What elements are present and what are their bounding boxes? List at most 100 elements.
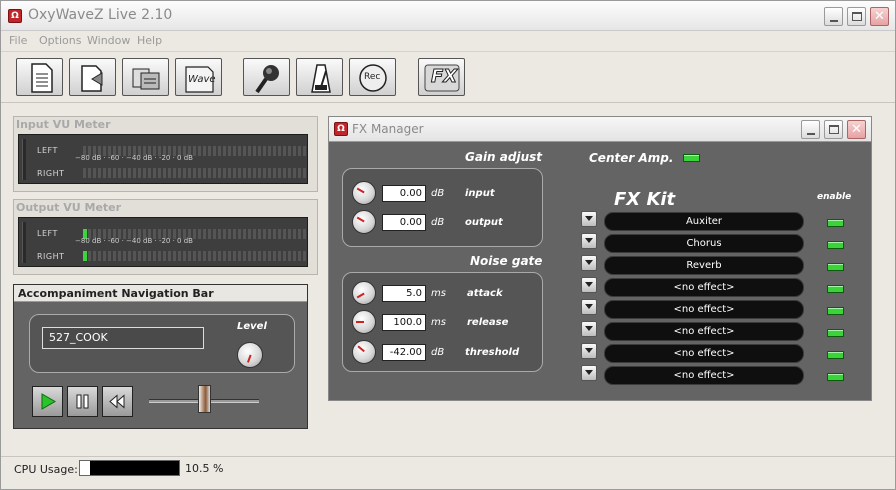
fx-slot-2-enable-led[interactable] [827,241,844,249]
menu-file[interactable]: File [9,34,27,47]
attack-value[interactable]: 5.0 [382,285,426,302]
fx-slot-dropdown-5[interactable] [581,299,597,315]
knob-indicator [356,321,364,323]
menu-help[interactable]: Help [137,34,162,47]
knob-indicator [246,354,252,363]
folders-icon [132,68,160,90]
pause-button[interactable] [67,386,98,417]
cpu-usage-label: CPU Usage: [14,463,78,476]
cpu-usage-fill [80,461,91,475]
release-value[interactable]: 100.0 [382,314,426,331]
release-unit: ms [431,317,446,328]
fx-button[interactable]: FX [418,58,465,96]
input-gain-label: input [465,188,495,199]
fx-slot-7-enable-led[interactable] [827,351,844,359]
playlist-button[interactable] [122,58,169,96]
attack-unit: ms [431,288,446,299]
vu-left-label: LEFT [37,229,58,238]
app-window: Ω OxyWaveZ Live 2.10 ✕ File Options Wind… [0,0,896,490]
cpu-usage-value: 10.5 % [185,462,224,475]
threshold-value[interactable]: -42.00 [382,344,426,361]
wave-button[interactable]: Wave [175,58,222,96]
maximize-button[interactable] [847,7,866,26]
play-button[interactable] [32,386,63,417]
track-panel: 527_COOK Level [29,314,295,373]
new-document-button[interactable] [16,58,63,96]
fx-slot-6-enable-led[interactable] [827,329,844,337]
fx-slot-1-enable-led[interactable] [827,219,844,227]
rewind-icon [109,394,125,409]
fx-slot-3[interactable]: Reverb [604,256,804,275]
enable-label: enable [817,192,852,202]
fx-slot-dropdown-7[interactable] [581,343,597,359]
minimize-button[interactable] [824,7,843,26]
fx-slot-1[interactable]: Auxiter [604,212,804,231]
rec-label: Rec [364,72,381,82]
gain-adjust-header: Gain adjust [465,150,543,164]
fx-slot-6[interactable]: <no effect> [604,322,804,341]
fx-slot-4-enable-led[interactable] [827,285,844,293]
attack-knob[interactable] [352,281,376,305]
play-icon [41,393,57,410]
fx-close-button[interactable]: ✕ [847,120,866,139]
input-gain-value[interactable]: 0.00 [382,185,426,202]
release-label: release [467,317,509,328]
output-gain-value[interactable]: 0.00 [382,214,426,231]
release-knob[interactable] [352,310,376,334]
menu-options[interactable]: Options [39,34,81,47]
fx-slot-8[interactable]: <no effect> [604,366,804,385]
fx-window-title: FX Manager [352,122,424,136]
output-gain-unit: dB [431,217,445,228]
fx-slot-dropdown-8[interactable] [581,365,597,381]
input-gain-unit: dB [431,188,445,199]
open-file-button[interactable] [69,58,116,96]
fx-slot-dropdown-2[interactable] [581,233,597,249]
position-slider-thumb[interactable] [198,385,211,413]
vu-right-label: RIGHT [37,252,65,261]
fx-slot-3-enable-led[interactable] [827,263,844,271]
fx-slot-dropdown-6[interactable] [581,321,597,337]
fx-minimize-button[interactable] [801,120,820,139]
fx-slot-2[interactable]: Chorus [604,234,804,253]
attack-label: attack [467,288,503,299]
vu-rail [22,139,26,180]
output-vu-title: Output VU Meter [16,201,122,214]
title-bar: Ω OxyWaveZ Live 2.10 ✕ [1,1,895,31]
fx-slot-dropdown-3[interactable] [581,255,597,271]
center-amp-label: Center Amp. [589,151,674,165]
fx-slot-dropdown-4[interactable] [581,277,597,293]
input-vu-meter: LEFT RIGHT −80 dB · -60 · −40 dB · -20 ·… [18,134,308,184]
threshold-label: threshold [465,347,520,358]
record-button[interactable]: Rec [349,58,396,96]
metronome-button[interactable] [296,58,343,96]
fx-slot-4[interactable]: <no effect> [604,278,804,297]
fx-slot-8-enable-led[interactable] [827,373,844,381]
window-title: OxyWaveZ Live 2.10 [28,7,173,23]
output-gain-knob[interactable] [352,210,376,234]
threshold-knob[interactable] [352,340,376,364]
fx-maximize-button[interactable] [824,120,843,139]
input-vu-panel: Input VU Meter LEFT RIGHT −80 dB · -60 ·… [13,116,318,192]
center-amp-led[interactable] [683,154,700,162]
output-vu-meter: LEFT RIGHT −80 dB · -60 · −40 dB · -20 ·… [18,217,308,267]
track-name-field[interactable]: 527_COOK [42,327,204,349]
vu-scale: −80 dB · -60 · −40 dB · -20 · 0 dB [75,154,193,162]
wave-label: Wave [188,74,216,85]
close-button[interactable]: ✕ [870,7,889,26]
vu-right-bar [83,168,307,178]
nav-title: Accompaniment Navigation Bar [18,287,214,300]
rewind-button[interactable] [102,386,133,417]
vu-right-level [83,251,87,261]
fx-slot-5[interactable]: <no effect> [604,300,804,319]
fx-slot-7[interactable]: <no effect> [604,344,804,363]
input-vu-title: Input VU Meter [16,118,111,131]
open-file-icon [81,65,103,92]
nav-header: Accompaniment Navigation Bar [14,285,307,302]
vu-left-label: LEFT [37,146,58,155]
fx-slot-dropdown-1[interactable] [581,211,597,227]
level-knob[interactable] [237,342,263,368]
input-gain-knob[interactable] [352,181,376,205]
menu-window[interactable]: Window [87,34,130,47]
microphone-button[interactable] [243,58,290,96]
fx-slot-5-enable-led[interactable] [827,307,844,315]
